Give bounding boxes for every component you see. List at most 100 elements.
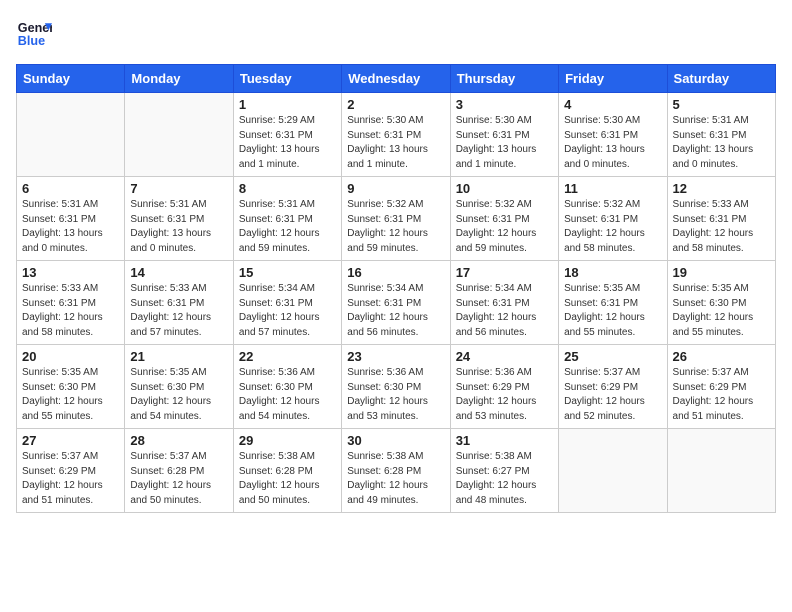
day-number: 16 xyxy=(347,265,444,280)
calendar-week-4: 20 Sunrise: 5:35 AM Sunset: 6:30 PM Dayli… xyxy=(17,345,776,429)
day-number: 30 xyxy=(347,433,444,448)
day-number: 22 xyxy=(239,349,336,364)
page-header: General Blue xyxy=(16,16,776,52)
calendar-cell: 13 Sunrise: 5:33 AM Sunset: 6:31 PM Dayli… xyxy=(17,261,125,345)
calendar-cell: 19 Sunrise: 5:35 AM Sunset: 6:30 PM Dayli… xyxy=(667,261,775,345)
day-number: 23 xyxy=(347,349,444,364)
day-info: Sunrise: 5:30 AM Sunset: 6:31 PM Dayligh… xyxy=(564,114,661,172)
day-info: Sunrise: 5:35 AM Sunset: 6:31 PM Dayligh… xyxy=(564,282,661,340)
day-number: 7 xyxy=(130,181,227,196)
calendar-cell: 18 Sunrise: 5:35 AM Sunset: 6:31 PM Dayli… xyxy=(559,261,667,345)
day-number: 19 xyxy=(673,265,770,280)
calendar-cell: 7Sunrise: 5:31 AM Sunset: 6:31 PM Daylig… xyxy=(125,177,233,261)
calendar-cell xyxy=(667,429,775,513)
calendar-cell xyxy=(559,429,667,513)
day-info: Sunrise: 5:34 AM Sunset: 6:31 PM Dayligh… xyxy=(347,282,444,340)
day-number: 4 xyxy=(564,97,661,112)
day-info: Sunrise: 5:30 AM Sunset: 6:31 PM Dayligh… xyxy=(456,114,553,172)
calendar-cell: 12 Sunrise: 5:33 AM Sunset: 6:31 PM Dayli… xyxy=(667,177,775,261)
day-info: Sunrise: 5:34 AM Sunset: 6:31 PM Dayligh… xyxy=(239,282,336,340)
day-info: Sunrise: 5:33 AM Sunset: 6:31 PM Dayligh… xyxy=(130,282,227,340)
day-info: Sunrise: 5:36 AM Sunset: 6:30 PM Dayligh… xyxy=(239,366,336,424)
calendar-cell: 20 Sunrise: 5:35 AM Sunset: 6:30 PM Dayli… xyxy=(17,345,125,429)
day-info: Sunrise: 5:34 AM Sunset: 6:31 PM Dayligh… xyxy=(456,282,553,340)
calendar-cell: 23 Sunrise: 5:36 AM Sunset: 6:30 PM Dayli… xyxy=(342,345,450,429)
day-info: Sunrise: 5:37 AM Sunset: 6:28 PM Dayligh… xyxy=(130,450,227,508)
calendar-cell xyxy=(17,93,125,177)
calendar-cell xyxy=(125,93,233,177)
calendar-cell: 5 Sunrise: 5:31 AM Sunset: 6:31 PM Daylig… xyxy=(667,93,775,177)
calendar-cell: 9 Sunrise: 5:32 AM Sunset: 6:31 PM Daylig… xyxy=(342,177,450,261)
day-number: 1 xyxy=(239,97,336,112)
day-header-monday: Monday xyxy=(125,65,233,93)
day-number: 28 xyxy=(130,433,227,448)
day-info: Sunrise: 5:38 AM Sunset: 6:27 PM Dayligh… xyxy=(456,450,553,508)
day-number: 25 xyxy=(564,349,661,364)
day-header-saturday: Saturday xyxy=(667,65,775,93)
day-info: Sunrise: 5:31 AM Sunset: 6:31 PM Dayligh… xyxy=(22,198,119,256)
day-info: Sunrise: 5:33 AM Sunset: 6:31 PM Dayligh… xyxy=(22,282,119,340)
day-number: 13 xyxy=(22,265,119,280)
calendar-cell: 14 Sunrise: 5:33 AM Sunset: 6:31 PM Dayli… xyxy=(125,261,233,345)
day-header-thursday: Thursday xyxy=(450,65,558,93)
day-number: 9 xyxy=(347,181,444,196)
day-number: 15 xyxy=(239,265,336,280)
day-number: 17 xyxy=(456,265,553,280)
day-number: 14 xyxy=(130,265,227,280)
day-number: 2 xyxy=(347,97,444,112)
calendar-cell: 26 Sunrise: 5:37 AM Sunset: 6:29 PM Dayli… xyxy=(667,345,775,429)
day-number: 5 xyxy=(673,97,770,112)
calendar-header-row: SundayMondayTuesdayWednesdayThursdayFrid… xyxy=(17,65,776,93)
calendar-cell: 16 Sunrise: 5:34 AM Sunset: 6:31 PM Dayli… xyxy=(342,261,450,345)
day-info: Sunrise: 5:31 AM Sunset: 6:31 PM Dayligh… xyxy=(239,198,336,256)
day-number: 3 xyxy=(456,97,553,112)
calendar-cell: 11 Sunrise: 5:32 AM Sunset: 6:31 PM Dayli… xyxy=(559,177,667,261)
day-number: 12 xyxy=(673,181,770,196)
day-number: 20 xyxy=(22,349,119,364)
day-number: 24 xyxy=(456,349,553,364)
logo-icon: General Blue xyxy=(16,16,52,52)
day-header-wednesday: Wednesday xyxy=(342,65,450,93)
calendar-cell: 22 Sunrise: 5:36 AM Sunset: 6:30 PM Dayli… xyxy=(233,345,341,429)
calendar-week-3: 13 Sunrise: 5:33 AM Sunset: 6:31 PM Dayli… xyxy=(17,261,776,345)
day-number: 8 xyxy=(239,181,336,196)
day-info: Sunrise: 5:36 AM Sunset: 6:30 PM Dayligh… xyxy=(347,366,444,424)
day-info: Sunrise: 5:37 AM Sunset: 6:29 PM Dayligh… xyxy=(22,450,119,508)
calendar-cell: 25 Sunrise: 5:37 AM Sunset: 6:29 PM Dayli… xyxy=(559,345,667,429)
day-info: Sunrise: 5:32 AM Sunset: 6:31 PM Dayligh… xyxy=(347,198,444,256)
day-number: 26 xyxy=(673,349,770,364)
day-info: Sunrise: 5:37 AM Sunset: 6:29 PM Dayligh… xyxy=(564,366,661,424)
calendar-cell: 29Sunrise: 5:38 AM Sunset: 6:28 PM Dayli… xyxy=(233,429,341,513)
calendar-cell: 10 Sunrise: 5:32 AM Sunset: 6:31 PM Dayli… xyxy=(450,177,558,261)
calendar-cell: 27Sunrise: 5:37 AM Sunset: 6:29 PM Dayli… xyxy=(17,429,125,513)
calendar-cell: 15 Sunrise: 5:34 AM Sunset: 6:31 PM Dayli… xyxy=(233,261,341,345)
day-info: Sunrise: 5:35 AM Sunset: 6:30 PM Dayligh… xyxy=(22,366,119,424)
calendar-cell: 8 Sunrise: 5:31 AM Sunset: 6:31 PM Daylig… xyxy=(233,177,341,261)
day-info: Sunrise: 5:38 AM Sunset: 6:28 PM Dayligh… xyxy=(347,450,444,508)
day-number: 21 xyxy=(130,349,227,364)
day-info: Sunrise: 5:31 AM Sunset: 6:31 PM Dayligh… xyxy=(673,114,770,172)
day-info: Sunrise: 5:32 AM Sunset: 6:31 PM Dayligh… xyxy=(456,198,553,256)
day-number: 10 xyxy=(456,181,553,196)
calendar-week-5: 27Sunrise: 5:37 AM Sunset: 6:29 PM Dayli… xyxy=(17,429,776,513)
day-number: 6 xyxy=(22,181,119,196)
day-info: Sunrise: 5:32 AM Sunset: 6:31 PM Dayligh… xyxy=(564,198,661,256)
calendar-cell: 2Sunrise: 5:30 AM Sunset: 6:31 PM Daylig… xyxy=(342,93,450,177)
day-number: 18 xyxy=(564,265,661,280)
day-info: Sunrise: 5:35 AM Sunset: 6:30 PM Dayligh… xyxy=(673,282,770,340)
day-info: Sunrise: 5:35 AM Sunset: 6:30 PM Dayligh… xyxy=(130,366,227,424)
day-info: Sunrise: 5:37 AM Sunset: 6:29 PM Dayligh… xyxy=(673,366,770,424)
day-number: 29 xyxy=(239,433,336,448)
calendar-cell: 28 Sunrise: 5:37 AM Sunset: 6:28 PM Dayli… xyxy=(125,429,233,513)
day-header-friday: Friday xyxy=(559,65,667,93)
day-info: Sunrise: 5:33 AM Sunset: 6:31 PM Dayligh… xyxy=(673,198,770,256)
calendar-cell: 3 Sunrise: 5:30 AM Sunset: 6:31 PM Daylig… xyxy=(450,93,558,177)
calendar-cell: 4 Sunrise: 5:30 AM Sunset: 6:31 PM Daylig… xyxy=(559,93,667,177)
day-number: 31 xyxy=(456,433,553,448)
logo: General Blue xyxy=(16,16,52,52)
calendar-cell: 17 Sunrise: 5:34 AM Sunset: 6:31 PM Dayli… xyxy=(450,261,558,345)
calendar-cell: 24Sunrise: 5:36 AM Sunset: 6:29 PM Dayli… xyxy=(450,345,558,429)
day-number: 11 xyxy=(564,181,661,196)
calendar-week-2: 6 Sunrise: 5:31 AM Sunset: 6:31 PM Daylig… xyxy=(17,177,776,261)
calendar-cell: 31 Sunrise: 5:38 AM Sunset: 6:27 PM Dayli… xyxy=(450,429,558,513)
